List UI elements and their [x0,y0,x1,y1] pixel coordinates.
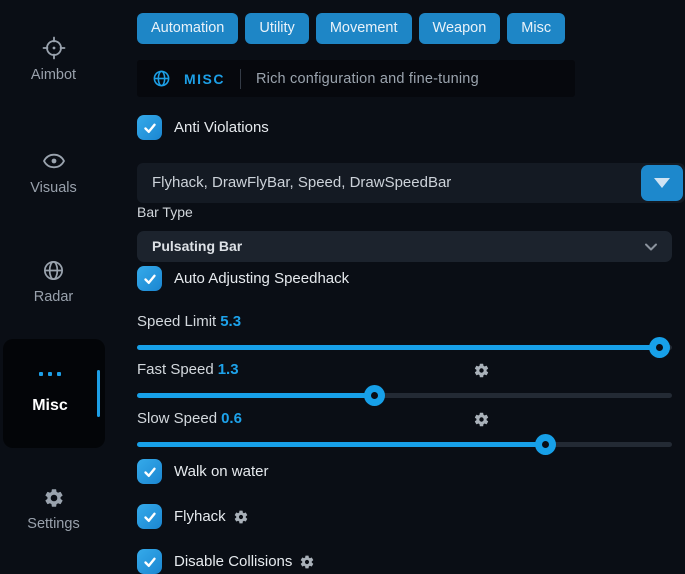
anti-violations-row: Anti Violations [137,115,269,140]
tab-automation[interactable]: Automation [137,13,238,44]
sidebar-item-label: Radar [0,289,107,305]
checkbox-label: Disable Collisions [174,553,315,570]
select-value: Pulsating Bar [137,231,672,262]
check-icon [143,121,157,135]
bar-type-label: Bar Type [137,204,193,220]
checkbox-label: Flyhack [174,508,249,525]
sidebar-item-radar[interactable]: Radar [0,259,107,305]
bar-type-select[interactable]: Pulsating Bar [137,231,672,262]
multiselect-value: Flyhack, DrawFlyBar, Speed, DrawSpeedBar [137,163,685,203]
fast-speed-gear-icon[interactable] [473,362,490,379]
sidebar-item-aimbot[interactable]: Aimbot [0,36,107,83]
disable-collisions-row: Disable Collisions [137,549,315,574]
slider-value: 1.3 [218,361,239,378]
active-indicator [97,370,100,417]
sidebar-item-misc[interactable]: Misc [3,339,105,448]
slider-name: Speed Limit [137,313,216,330]
ellipsis-icon [3,372,97,376]
flyhack-row: Flyhack [137,504,249,529]
slow-speed-gear-icon[interactable] [473,411,490,428]
globe-icon [152,69,171,88]
checkbox-label-text: Disable Collisions [174,553,292,570]
speed-limit-slider[interactable] [137,337,672,359]
slider-thumb[interactable] [364,385,385,406]
sidebar-item-label: Visuals [0,180,107,196]
slider-thumb[interactable] [649,337,670,358]
divider [240,69,241,89]
walk-on-water-row: Walk on water [137,459,268,484]
fast-speed-label: Fast Speed1.3 [137,361,239,378]
slider-name: Fast Speed [137,361,214,378]
sidebar-item-visuals[interactable]: Visuals [0,149,107,196]
triangle-down-icon [654,178,670,188]
check-icon [143,465,157,479]
slow-speed-slider[interactable] [137,434,672,456]
sidebar-item-label: Misc [3,397,97,415]
checkbox-label: Walk on water [174,463,268,480]
sidebar: Aimbot Visuals Radar Misc [0,0,130,563]
slider-thumb[interactable] [535,434,556,455]
chevron-down-icon [643,239,659,255]
slow-speed-label: Slow Speed0.6 [137,410,242,427]
walk-on-water-checkbox[interactable] [137,459,162,484]
speed-limit-label: Speed Limit5.3 [137,313,241,330]
bar-multiselect[interactable]: Flyhack, DrawFlyBar, Speed, DrawSpeedBar [137,163,685,203]
tab-movement[interactable]: Movement [316,13,412,44]
slider-name: Slow Speed [137,410,217,427]
section-subtitle: Rich configuration and fine-tuning [256,71,479,87]
slider-value: 0.6 [221,410,242,427]
crosshair-icon [0,36,107,60]
anti-violations-checkbox[interactable] [137,115,162,140]
slider-fill [137,345,660,350]
category-tabs: Automation Utility Movement Weapon Misc [137,13,565,44]
check-icon [143,555,157,569]
tab-utility[interactable]: Utility [245,13,308,44]
multiselect-dropdown-button[interactable] [641,165,683,201]
main-panel: Automation Utility Movement Weapon Misc … [137,0,685,563]
tab-misc[interactable]: Misc [507,13,565,44]
eye-icon [0,149,107,173]
disable-collisions-gear-icon[interactable] [299,554,315,570]
check-icon [143,510,157,524]
tab-weapon[interactable]: Weapon [419,13,501,44]
sidebar-item-label: Aimbot [0,67,107,83]
gear-icon [0,487,107,509]
auto-adjusting-row: Auto Adjusting Speedhack [137,266,349,291]
section-header: MISC Rich configuration and fine-tuning [137,60,575,97]
slider-value: 5.3 [220,313,241,330]
sidebar-item-settings[interactable]: Settings [0,487,107,532]
globe-icon [0,259,107,282]
checkbox-label-text: Flyhack [174,508,226,525]
sidebar-item-label: Settings [0,516,107,532]
flyhack-checkbox[interactable] [137,504,162,529]
slider-fill [137,442,546,447]
check-icon [143,272,157,286]
checkbox-label: Anti Violations [174,119,269,136]
fast-speed-slider[interactable] [137,385,672,407]
auto-adjusting-checkbox[interactable] [137,266,162,291]
checkbox-label: Auto Adjusting Speedhack [174,270,349,287]
disable-collisions-checkbox[interactable] [137,549,162,574]
section-title: MISC [184,71,225,87]
slider-fill [137,393,375,398]
flyhack-gear-icon[interactable] [233,509,249,525]
